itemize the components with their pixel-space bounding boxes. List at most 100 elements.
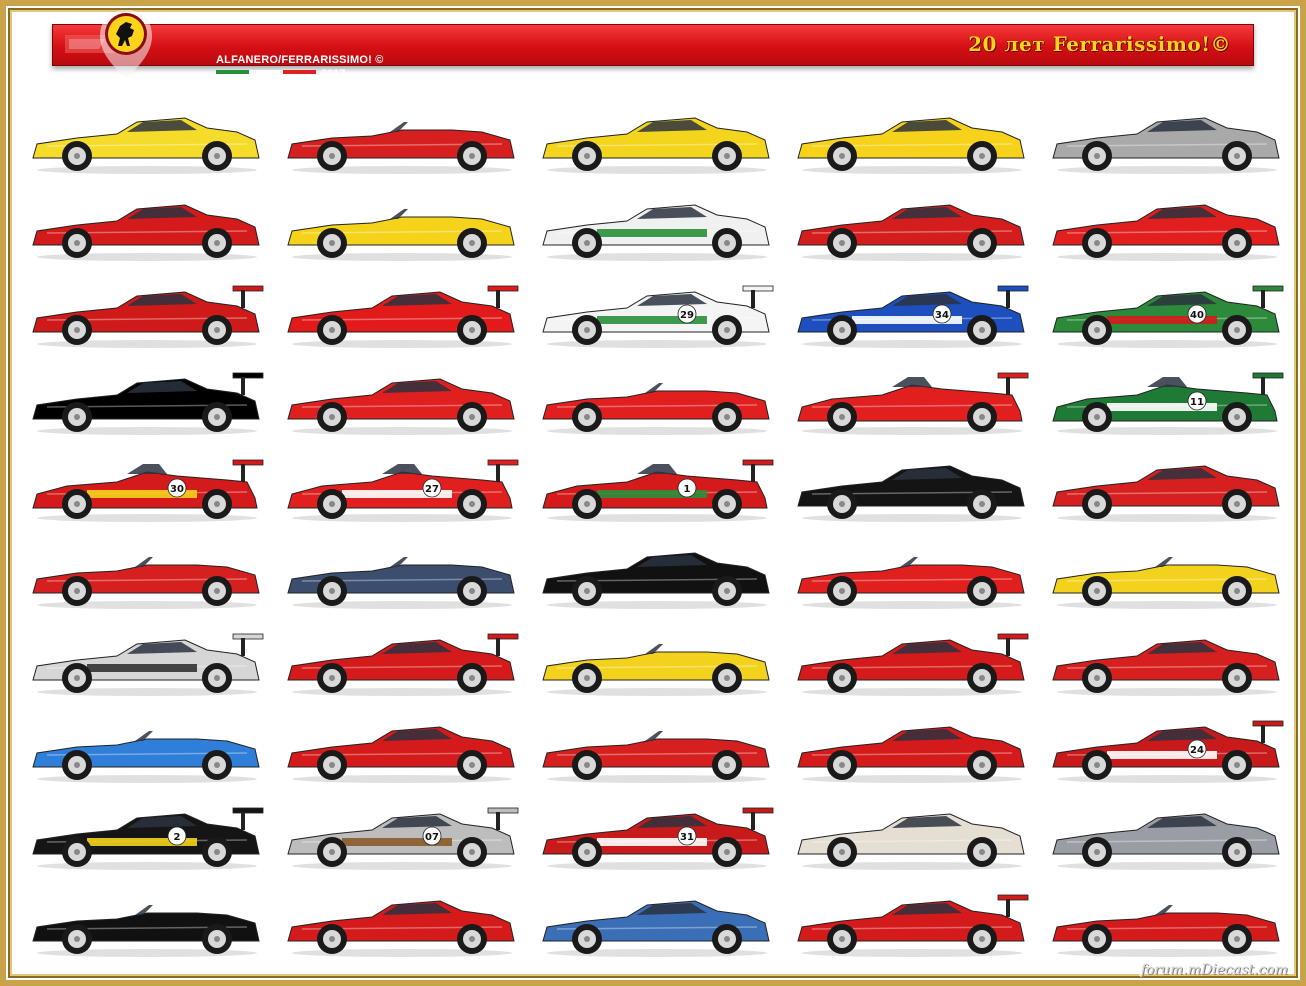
car-illustration (287, 377, 515, 435)
car-illustration (287, 556, 515, 609)
car-illustration (287, 725, 515, 783)
car-illustration: 40 (1052, 285, 1284, 348)
car-model-5 (1045, 90, 1290, 177)
car-model-3 (534, 90, 779, 177)
car-model-grid: 29 34 40 11 30 27 1 24 2 07 31 (24, 90, 1290, 960)
car-illustration (31, 556, 260, 609)
banner-headline: 20 лет Ferrarissimo!© (968, 32, 1231, 56)
car-illustration: 07 (287, 807, 519, 870)
race-number: 34 (935, 310, 949, 321)
italian-flag-stripe (216, 70, 316, 74)
car-illustration (797, 812, 1025, 870)
car-model-28 (534, 525, 779, 612)
car-model-44 (790, 786, 1035, 873)
car-illustration: 1 (542, 459, 774, 522)
car-model-15: 40 (1045, 264, 1290, 351)
car-model-36 (24, 699, 269, 786)
car-illustration: 11 (1052, 372, 1284, 435)
race-number: 11 (1190, 397, 1204, 408)
race-number: 29 (680, 310, 694, 321)
car-model-34 (790, 612, 1035, 699)
car-illustration (287, 208, 515, 261)
car-illustration (31, 633, 263, 696)
car-illustration (31, 904, 260, 957)
car-illustration (797, 372, 1029, 435)
car-illustration: 31 (542, 807, 774, 870)
car-model-24 (790, 438, 1035, 525)
car-illustration (797, 464, 1025, 522)
car-model-12 (279, 264, 524, 351)
car-model-17 (279, 351, 524, 438)
car-model-27 (279, 525, 524, 612)
car-model-22: 27 (279, 438, 524, 525)
car-model-30 (1045, 525, 1290, 612)
car-model-48 (534, 873, 779, 960)
car-illustration (797, 556, 1025, 609)
car-model-26 (24, 525, 269, 612)
car-illustration: 34 (797, 285, 1029, 348)
car-model-46 (24, 873, 269, 960)
car-illustration (31, 116, 260, 174)
car-model-19 (790, 351, 1035, 438)
car-illustration (287, 899, 515, 957)
car-model-16 (24, 351, 269, 438)
car-illustration (1052, 464, 1281, 522)
brand-text: ALFANERO/FERRARISSIMO! © (216, 54, 384, 66)
car-illustration (287, 285, 519, 348)
car-model-4 (790, 90, 1035, 177)
car-illustration (31, 730, 260, 783)
year-underline (351, 74, 395, 76)
car-illustration: 30 (31, 459, 263, 522)
car-model-40: 24 (1045, 699, 1290, 786)
car-model-18 (534, 351, 779, 438)
car-illustration (797, 203, 1025, 261)
car-illustration (1052, 203, 1281, 261)
car-model-8 (534, 177, 779, 264)
car-illustration (797, 116, 1025, 174)
car-illustration (1052, 904, 1281, 957)
car-model-1 (24, 90, 269, 177)
car-illustration (542, 551, 770, 609)
car-illustration (542, 899, 770, 957)
car-model-43: 31 (534, 786, 779, 873)
car-illustration: 2 (31, 807, 263, 870)
car-illustration (1052, 556, 1281, 609)
car-model-39 (790, 699, 1035, 786)
car-illustration (542, 382, 770, 435)
car-illustration (1052, 116, 1281, 174)
car-illustration (797, 725, 1025, 783)
car-model-35 (1045, 612, 1290, 699)
race-number: 27 (425, 484, 439, 495)
car-model-42: 07 (279, 786, 524, 873)
car-illustration: 29 (542, 285, 774, 348)
car-illustration (287, 121, 515, 174)
car-model-10 (1045, 177, 1290, 264)
race-number: 40 (1190, 310, 1204, 321)
car-illustration (1052, 812, 1281, 870)
car-illustration (542, 643, 770, 696)
year-text: 2017 (321, 68, 346, 80)
car-model-49 (790, 873, 1035, 960)
car-model-45 (1045, 786, 1290, 873)
car-model-37 (279, 699, 524, 786)
car-model-25 (1045, 438, 1290, 525)
car-model-6 (24, 177, 269, 264)
car-model-47 (279, 873, 524, 960)
title-banner: ALFANERO/FERRARISSIMO! © 2017 20 лет Fer… (52, 24, 1254, 80)
car-model-31 (24, 612, 269, 699)
car-model-23: 1 (534, 438, 779, 525)
car-model-33 (534, 612, 779, 699)
race-number: 1 (684, 484, 691, 495)
race-number: 30 (170, 484, 184, 495)
race-number: 2 (173, 832, 180, 843)
car-model-11 (24, 264, 269, 351)
car-model-41: 2 (24, 786, 269, 873)
car-model-9 (790, 177, 1035, 264)
car-illustration (797, 894, 1029, 957)
car-model-38 (534, 699, 779, 786)
car-model-13: 29 (534, 264, 779, 351)
car-model-20: 11 (1045, 351, 1290, 438)
car-illustration: 27 (287, 459, 519, 522)
race-number: 07 (425, 832, 439, 843)
car-model-21: 30 (24, 438, 269, 525)
